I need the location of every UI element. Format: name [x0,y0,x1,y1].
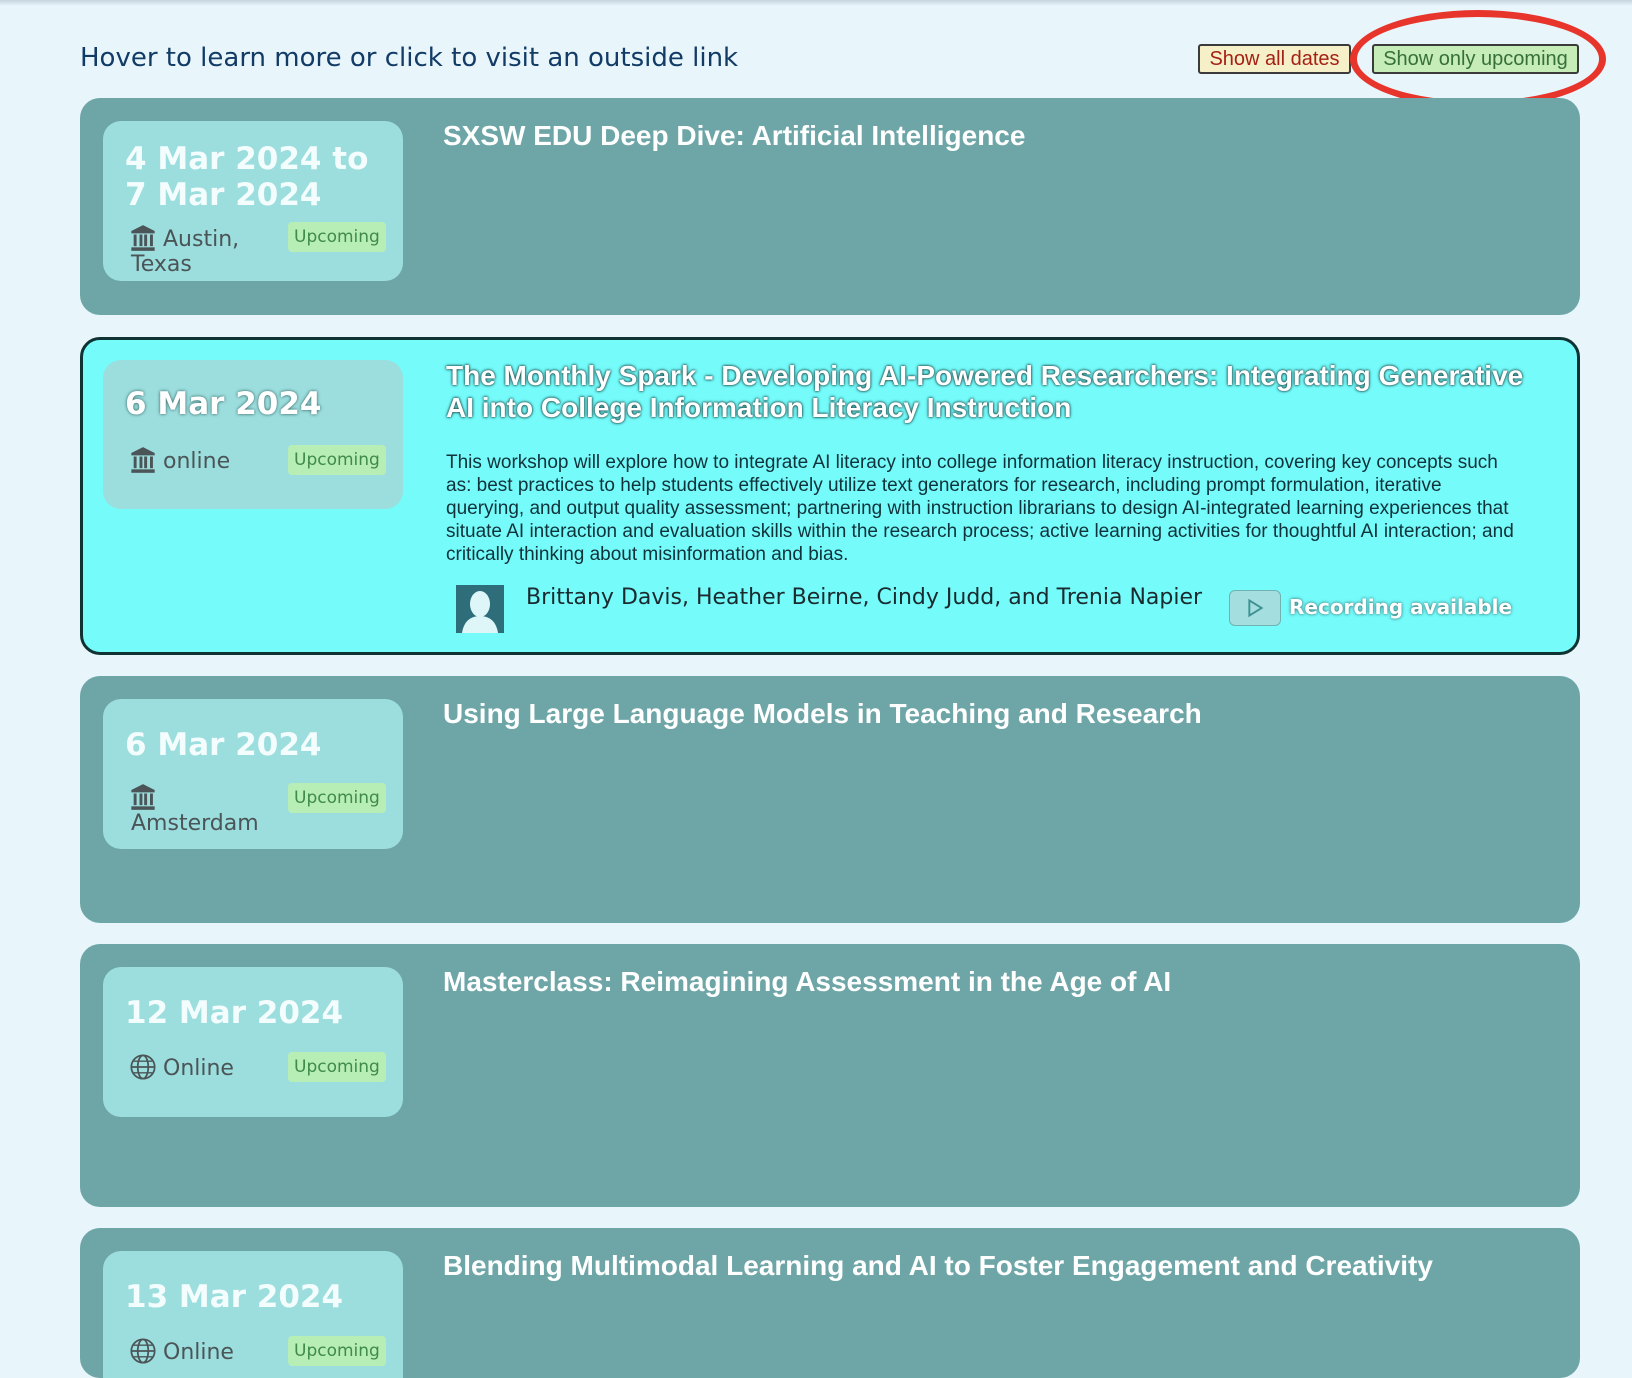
globe-icon [130,1338,156,1364]
event-description: This workshop will explore how to integr… [446,452,1514,565]
event-date: 13 Mar 2024 [125,1279,344,1315]
event-card-4[interactable]: 12 Mar 2024 Online Upcoming Masterclass:… [80,944,1580,1207]
event-date: 6 Mar 2024 [125,386,322,422]
upcoming-badge: Upcoming [288,783,386,813]
event-date: 4 Mar 2024 to 7 Mar 2024 [125,141,369,213]
top-shadow [0,0,1632,6]
upcoming-badge: Upcoming [288,222,386,252]
event-title[interactable]: Masterclass: Reimagining Assessment in t… [443,966,1543,998]
date-box: 13 Mar 2024 Online Upcoming [103,1251,403,1378]
event-title[interactable]: Using Large Language Models in Teaching … [443,698,1543,730]
event-location: Austin, Texas [131,227,240,277]
instruction-text: Hover to learn more or click to visit an… [80,43,739,73]
event-card-2[interactable]: 6 Mar 2024 online Upcoming The Monthly S… [80,337,1580,655]
event-date: 12 Mar 2024 [125,995,344,1031]
event-title[interactable]: Blending Multimodal Learning and AI to F… [443,1250,1543,1282]
building-icon [131,784,155,810]
show-only-upcoming-button[interactable]: Show only upcoming [1372,44,1579,74]
date-box: 12 Mar 2024 Online Upcoming [103,967,403,1117]
recording-available-label[interactable]: Recording available [1289,594,1512,620]
play-icon [1248,598,1264,618]
event-presenters: Brittany Davis, Heather Beirne, Cindy Ju… [526,585,1203,610]
globe-icon [130,1054,156,1080]
building-icon [131,447,155,473]
event-location: Amsterdam [131,811,259,836]
event-date: 6 Mar 2024 [125,727,322,763]
event-title[interactable]: SXSW EDU Deep Dive: Artificial Intellige… [443,120,1543,152]
upcoming-badge: Upcoming [288,1052,386,1082]
event-card-5[interactable]: 13 Mar 2024 Online Upcoming Blending Mul… [80,1228,1580,1378]
event-card-1[interactable]: 4 Mar 2024 to 7 Mar 2024 Austin, Texas U… [80,98,1580,315]
avatar-icon [456,585,504,633]
event-card-3[interactable]: 6 Mar 2024 Amsterdam Upcoming Using Larg… [80,676,1580,923]
date-box: 6 Mar 2024 online Upcoming [103,360,403,509]
upcoming-badge: Upcoming [288,1336,386,1366]
event-title[interactable]: The Monthly Spark - Developing AI-Powere… [446,360,1546,424]
upcoming-badge: Upcoming [288,445,386,475]
show-all-dates-button[interactable]: Show all dates [1198,44,1351,74]
play-recording-button[interactable] [1229,590,1281,626]
date-box: 4 Mar 2024 to 7 Mar 2024 Austin, Texas U… [103,121,403,281]
date-box: 6 Mar 2024 Amsterdam Upcoming [103,699,403,849]
